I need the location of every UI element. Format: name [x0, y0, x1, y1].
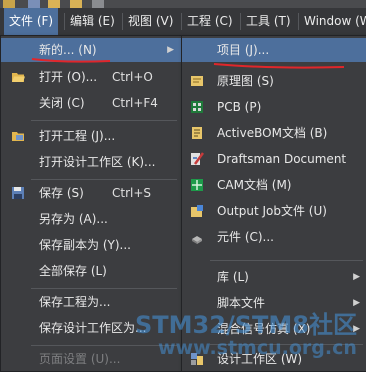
- menu-item-label: 打开工程 (J)...: [39, 129, 116, 143]
- schematic-doc-icon: [191, 76, 203, 86]
- new-submenu-activebom[interactable]: ActiveBOM文档 (B): [182, 121, 366, 145]
- new-submenu-project[interactable]: 项目 (J)...: [182, 38, 366, 62]
- new-submenu-pcb[interactable]: PCB (P): [182, 95, 366, 119]
- pcb-doc-icon: [191, 101, 203, 113]
- save-all-toolbar-icon[interactable]: [28, 0, 40, 8]
- menu-file[interactable]: 文件 (F): [4, 8, 59, 35]
- menu-item-label: 保存工程为...: [39, 295, 111, 309]
- menu-item-label: 库 (L): [217, 270, 249, 284]
- quick-access-toolbar: [0, 0, 366, 8]
- menu-separator: [31, 120, 177, 121]
- menu-item-label: 打开设计工作区 (K)...: [39, 155, 156, 169]
- menu-item-shortcut: Ctrl+S: [112, 186, 152, 200]
- file-menu-save-all[interactable]: 全部保存 (L): [1, 259, 181, 283]
- menu-item-label: CAM文档 (M): [217, 178, 292, 192]
- file-menu-page-setup[interactable]: 页面设置 (U)...: [1, 347, 181, 371]
- menu-window[interactable]: Window (W: [299, 8, 366, 35]
- menu-separator: [31, 345, 177, 346]
- new-submenu-component[interactable]: 元件 (C)...: [182, 225, 366, 249]
- file-menu-open[interactable]: 打开 (O)... Ctrl+O: [1, 65, 181, 89]
- menu-item-label: 全部保存 (L): [39, 264, 107, 278]
- watermark-community: STM32/STM8社区: [135, 311, 357, 339]
- menu-item-shortcut: Ctrl+O: [112, 70, 153, 84]
- file-menu-save-as[interactable]: 另存为 (A)...: [1, 207, 181, 231]
- file-menu-save-copy-as[interactable]: 保存副本为 (Y)...: [1, 233, 181, 257]
- menu-item-label: 另存为 (A)...: [39, 212, 108, 226]
- output-job-icon: [191, 205, 203, 217]
- menu-item-label: 保存副本为 (Y)...: [39, 238, 131, 252]
- cam-doc-icon: [191, 179, 203, 191]
- paste-toolbar-icon[interactable]: [92, 0, 104, 8]
- menu-item-label: 保存设计工作区为...: [39, 321, 147, 335]
- new-submenu-output-job[interactable]: Output Job文件 (U): [182, 199, 366, 223]
- menu-item-label: 页面设置 (U)...: [39, 352, 121, 366]
- save-disk-icon: [12, 187, 24, 199]
- draftsman-doc-icon: [191, 152, 204, 165]
- menu-item-label: PCB (P): [217, 100, 262, 114]
- menubar: 文件 (F) 编辑 (E) 视图 (V) 工程 (C) 工具 (T) Windo…: [0, 8, 366, 36]
- open-project-toolbar-icon[interactable]: [70, 0, 82, 8]
- menu-item-label: 打开 (O)...: [39, 70, 98, 84]
- menu-tools[interactable]: 工具 (T): [241, 8, 296, 35]
- file-menu-save[interactable]: 保存 (S) Ctrl+S: [1, 181, 181, 205]
- open-project-icon: [12, 132, 24, 141]
- menu-item-label: 关闭 (C): [39, 96, 85, 110]
- bom-doc-icon: [192, 127, 202, 139]
- submenu-arrow-icon: ▶: [353, 272, 360, 282]
- file-menu-new[interactable]: 新的... (N) ▶: [1, 38, 181, 62]
- menu-item-label: 保存 (S): [39, 186, 84, 200]
- new-submenu-library[interactable]: 库 (L) ▶: [182, 265, 366, 289]
- component-icon: [192, 236, 202, 244]
- menu-separator: [31, 179, 177, 180]
- menu-item-shortcut: Ctrl+F4: [112, 96, 158, 110]
- menu-view[interactable]: 视图 (V): [123, 8, 178, 35]
- menu-item-label: ActiveBOM文档 (B): [217, 126, 328, 140]
- submenu-arrow-icon: ▶: [167, 45, 174, 55]
- menu-item-label: 项目 (J)...: [217, 43, 270, 57]
- file-menu-close[interactable]: 关闭 (C) Ctrl+F4: [1, 91, 181, 115]
- watermark-url: www.stmcu.org.cn: [158, 337, 357, 359]
- file-menu-open-workspace[interactable]: 打开设计工作区 (K)...: [1, 150, 181, 174]
- menu-item-label: Output Job文件 (U): [217, 204, 327, 218]
- menu-item-label: 新的... (N): [39, 43, 97, 57]
- save-toolbar-icon[interactable]: [3, 0, 15, 8]
- new-submenu-cam[interactable]: CAM文档 (M): [182, 173, 366, 197]
- menu-item-label: 元件 (C)...: [217, 230, 275, 244]
- menu-separator: [210, 260, 363, 261]
- menu-separator: [31, 288, 177, 289]
- open-toolbar-icon[interactable]: [48, 0, 60, 8]
- file-menu-open-project[interactable]: 打开工程 (J)...: [1, 124, 181, 148]
- menu-edit[interactable]: 编辑 (E): [65, 8, 120, 35]
- menu-project[interactable]: 工程 (C): [182, 8, 238, 35]
- menu-item-label: 原理图 (S): [217, 74, 274, 88]
- new-submenu-draftsman[interactable]: Draftsman Document: [182, 147, 366, 171]
- open-folder-icon: [12, 73, 25, 82]
- new-submenu-schematic[interactable]: 原理图 (S): [182, 69, 366, 93]
- menu-item-label: Draftsman Document: [217, 152, 347, 166]
